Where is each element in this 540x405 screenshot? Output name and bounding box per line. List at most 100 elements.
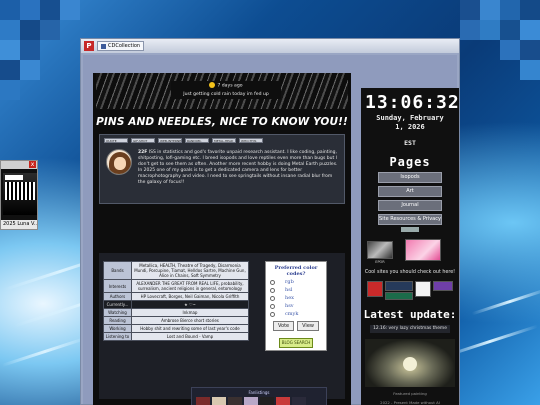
poll-option-label: rgb [285,279,294,285]
info-value: Lost and Bound - Vamp [131,332,249,341]
info-key: Authors [103,292,132,301]
profile-button[interactable]: METAL-HEAD [212,138,236,143]
poll-option[interactable]: hsl [270,287,326,293]
radio-button[interactable] [270,287,275,293]
profile-button[interactable]: RANDOM- [185,138,209,143]
background-window-titlebar[interactable]: x [1,161,37,169]
site-badge[interactable] [385,281,413,291]
main-column: 7 days ago Just getting cold rain today … [93,73,351,405]
fanlisting-image[interactable] [292,397,306,405]
site-buttons: EPOR [361,238,459,268]
sidebar-item-journal[interactable]: Journal [378,200,442,211]
info-row: Interests ALEXANDER THE GREAT FROM REAL L… [103,279,249,293]
fanlisting-image[interactable] [228,397,242,405]
radio-button[interactable] [270,311,275,317]
featured-painting [365,339,455,387]
date-line-1: Sunday, February [376,114,444,122]
bio-lead: 22F [138,150,148,155]
fanlisting-image[interactable] [212,397,226,405]
view-button[interactable]: View [297,321,319,331]
cool-sites-text: Cool sites you should check out here! [364,270,456,275]
fanlisting-image[interactable] [260,397,274,405]
site-badge[interactable] [415,281,431,297]
site-badge[interactable] [367,281,383,297]
background-window-screen [3,173,37,215]
profile-button[interactable]: GIF-SHOT [131,138,155,143]
latest-update-text: 12.16: very lazy christmas theme [370,325,450,333]
vote-button[interactable]: Vote [272,321,295,331]
sidebar-item-isopods[interactable]: Isopods [378,172,442,183]
poll-option[interactable]: hex [270,295,326,301]
poll-option-label: cmyk [285,311,299,317]
info-value: Inkmap [131,308,249,317]
profile-button[interactable]: WEB-INTERNET [158,138,182,143]
lower-section: Bands Metallica, HEALTH, Theatre of Trage… [99,253,345,399]
profile-card: QUOTE GIF-SHOT WEB-INTERNET RANDOM- META… [99,134,345,204]
header-banner: 7 days ago Just getting cold rain today … [96,73,348,109]
info-value: Metallica, HEALTH, Theatre of Tragedy, D… [131,261,249,280]
info-row: Bands Metallica, HEALTH, Theatre of Trage… [103,261,249,280]
info-table: Bands Metallica, HEALTH, Theatre of Trage… [103,261,249,341]
info-key: Listening to [103,332,132,341]
site-button-2[interactable] [405,239,441,261]
window-titlebar[interactable]: P CDCollection [81,39,459,53]
poll-option[interactable]: rgb [270,279,326,285]
info-key: Currently... [103,300,132,309]
timezone: EST [404,139,416,147]
browser-window[interactable]: P CDCollection 7 days ago Just getting c… [80,38,460,405]
poll-option-label: hex [285,295,294,301]
fanlisting-image[interactable] [276,397,290,405]
background-window[interactable]: x 2025 Luna V... [0,160,38,230]
poll-option[interactable]: hsv [270,303,326,309]
info-row: Listening to Lost and Bound - Vamp [103,332,249,341]
site-button-1[interactable]: EPOR [367,241,393,264]
radio-button[interactable] [270,303,275,309]
info-row: Reading Ambrose Bierce short stories [103,316,249,325]
page-viewport[interactable]: 7 days ago Just getting cold rain today … [83,55,459,405]
close-icon[interactable]: x [29,161,36,168]
app-icon[interactable]: P [84,41,94,51]
info-key: Interests [103,279,132,293]
poll-option-label: hsv [285,303,294,309]
status-time: 7 days ago [217,83,243,89]
blog-search-stamp[interactable]: BLOG SEARCH [279,338,313,348]
status-box: 7 days ago Just getting cold rain today … [171,81,281,99]
info-row: Watching Inkmap [103,308,249,317]
latest-update-heading: Latest update: [363,308,457,321]
info-key: Bands [103,261,132,280]
sidebar-item-art[interactable]: Art [378,186,442,197]
poll-option-label: hsl [285,287,293,293]
site-button-label: EPOR [375,260,385,264]
site-badge[interactable] [433,281,453,291]
tab-cdcollection[interactable]: CDCollection [97,41,145,51]
bio-text: ISS in statistics and god's favorite unp… [138,150,338,185]
fanlistings-box: Fanlistings [191,387,327,405]
info-value: ALEXANDER THE GREAT FROM REAL LIFE, prob… [131,279,249,293]
clock: 13:06:32 [365,92,459,113]
poll-option[interactable]: cmyk [270,311,326,317]
sidebar-item-site-resources[interactable]: Site Resources & Privacy [378,214,442,225]
date-line-2: 1, 2026 [395,123,425,131]
fanlisting-image[interactable] [244,397,258,405]
painting-caption: Featured painting [393,391,427,396]
pages-heading: Pages [389,155,431,169]
poll-title: Preferred color codes? [274,265,318,277]
info-key: Reading [103,316,132,325]
info-value: HP Lovecraft, Borges, Neil Gaiman, Nicol… [131,292,249,301]
radio-button[interactable] [270,279,275,285]
fanlisting-image[interactable] [196,397,210,405]
page-title: PINS AND NEEDLES, NICE TO KNOW YOU!! [96,116,348,128]
profile-bio: 22F ISS in statistics and god's favorite… [138,150,338,186]
site-badge[interactable] [385,292,413,300]
avatar [106,149,132,175]
profile-button[interactable]: QUOTE [104,138,128,143]
profile-button[interactable]: WHO-THIS [239,138,263,143]
webring-badge[interactable] [401,227,419,232]
info-value: Hobby shit and rewriting some of last ye… [131,324,249,333]
info-row: Working Hobby shit and rewriting some of … [103,324,249,333]
status-message: Just getting cold rain today im fed up [183,91,269,97]
site-button-grid [361,279,459,303]
info-value: ★ ♡~ [131,300,249,309]
radio-button[interactable] [270,295,275,301]
info-row: Currently... ★ ♡~ [103,300,249,309]
